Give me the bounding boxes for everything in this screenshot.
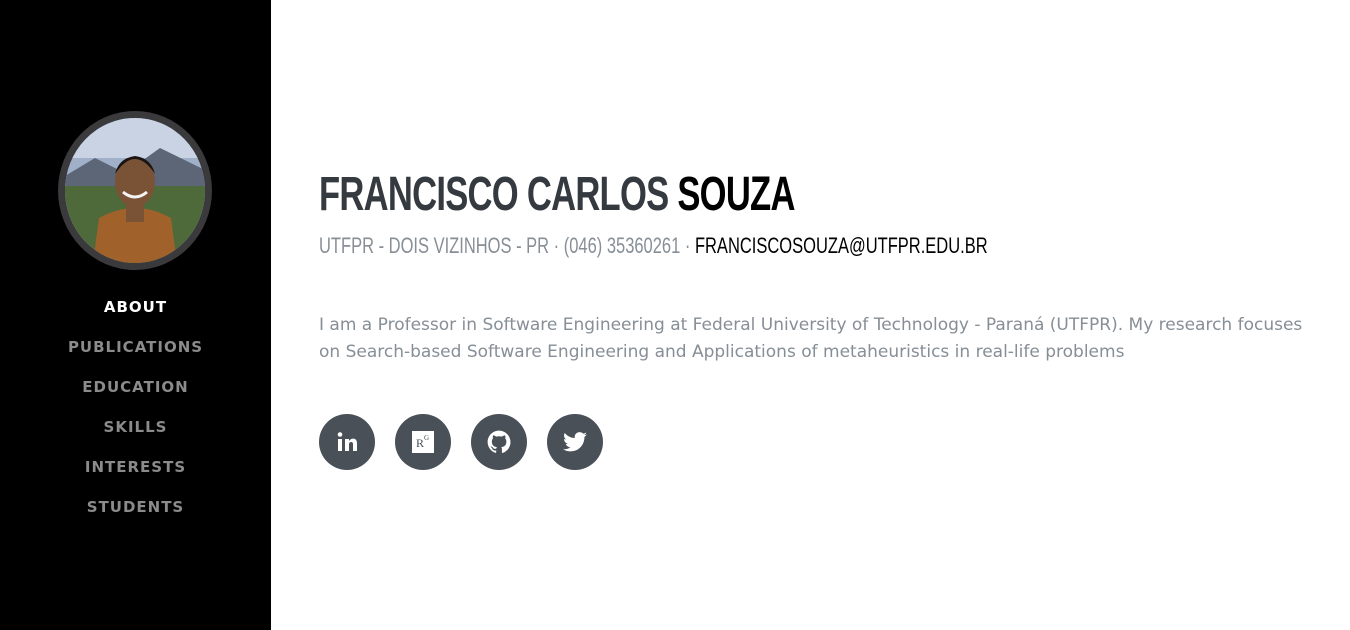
bio-text: I am a Professor in Software Engineering… (319, 315, 1303, 362)
contact-text: UTFPR - Dois Vizinhos - PR · (046) 35360… (319, 233, 695, 258)
nav-item-students: Students (0, 494, 271, 534)
nav-item-education: Education (0, 374, 271, 414)
twitter-button[interactable] (547, 414, 603, 470)
social-icons: R G (319, 414, 603, 470)
nav-link-students[interactable]: Students (87, 498, 185, 516)
researchgate-icon: R G (412, 431, 434, 453)
sidebar: About Publications Education Skills Inte… (0, 0, 271, 630)
profile-avatar[interactable] (58, 111, 212, 270)
svg-text:G: G (424, 434, 429, 442)
researchgate-button[interactable]: R G (395, 414, 451, 470)
nav-item-interests: Interests (0, 454, 271, 494)
linkedin-icon (337, 432, 357, 451)
nav-link-skills[interactable]: Skills (104, 418, 168, 436)
social-item-twitter (547, 414, 603, 470)
github-icon (487, 430, 511, 453)
main-nav: About Publications Education Skills Inte… (0, 294, 271, 534)
profile-photo (65, 118, 205, 263)
social-item-researchgate: R G (395, 414, 451, 470)
contact-line: UTFPR - Dois Vizinhos - PR · (046) 35360… (319, 233, 988, 259)
email-link[interactable]: franciscosouza@utfpr.edu.br (695, 233, 988, 258)
social-item-linkedin (319, 414, 375, 470)
first-name: Francisco Carlos (319, 168, 669, 221)
nav-item-skills: Skills (0, 414, 271, 454)
nav-item-publications: Publications (0, 334, 271, 374)
nav-item-about: About (0, 294, 271, 334)
last-name: Souza (677, 168, 795, 221)
social-item-github (471, 414, 527, 470)
svg-text:R: R (416, 436, 424, 450)
nav-link-interests[interactable]: Interests (85, 458, 186, 476)
twitter-icon (563, 432, 587, 452)
nav-link-education[interactable]: Education (82, 378, 188, 396)
page-title: Francisco Carlos Souza (319, 166, 795, 224)
nav-link-publications[interactable]: Publications (68, 338, 203, 356)
github-button[interactable] (471, 414, 527, 470)
linkedin-button[interactable] (319, 414, 375, 470)
nav-link-about[interactable]: About (104, 298, 167, 316)
